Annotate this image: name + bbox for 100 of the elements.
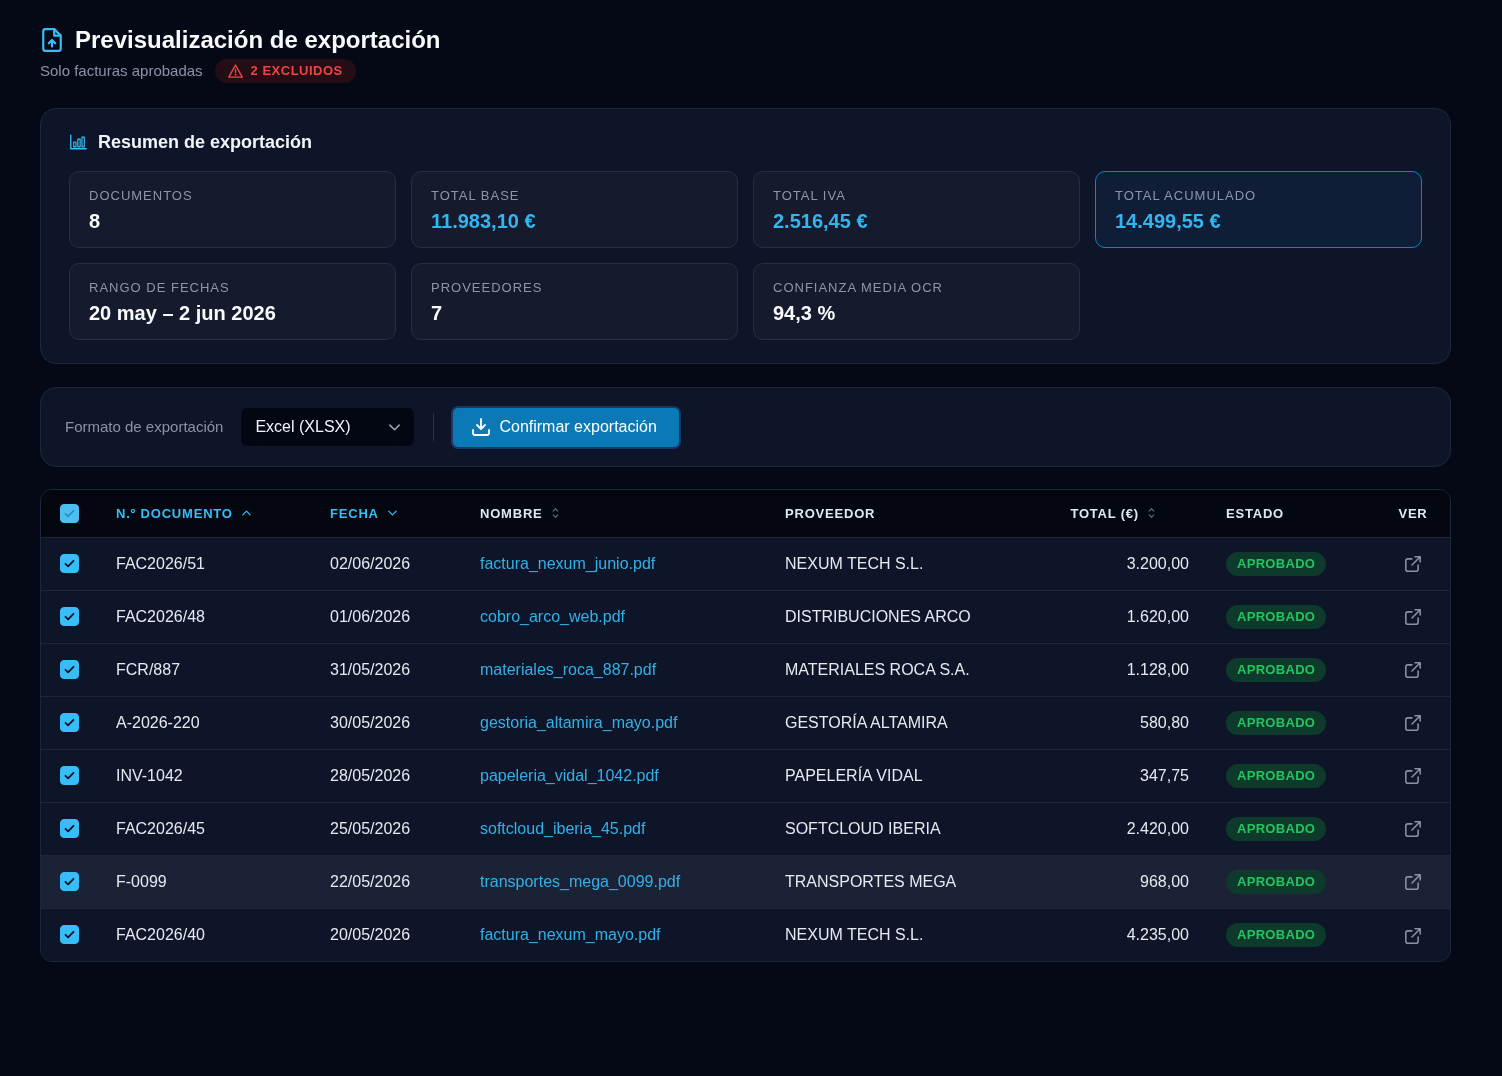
column-header[interactable]: NOMBRE — [480, 490, 785, 537]
file-link[interactable]: factura_nexum_junio.pdf — [480, 554, 656, 572]
field-label: Formato de exportación — [65, 416, 224, 437]
sort-icon — [551, 508, 559, 519]
external-link-icon[interactable] — [1405, 609, 1421, 626]
table-cell: PAPELERÍA VIDAL — [785, 749, 1060, 802]
status-badge: APROBADO — [1226, 711, 1327, 735]
table-cell: FAC2026/40 — [116, 908, 330, 961]
column-header[interactable]: FECHA — [330, 490, 480, 537]
file-link[interactable]: gestoria_altamira_mayo.pdf — [480, 713, 678, 731]
file-upload-icon — [42, 28, 62, 52]
table-cell: FAC2026/51 — [116, 537, 330, 590]
row-checkbox[interactable] — [60, 607, 79, 626]
select-all-checkbox[interactable] — [60, 503, 79, 523]
table-cell: 3.200,00 — [1060, 537, 1226, 590]
external-link-icon[interactable] — [1405, 715, 1421, 732]
table-cell: 347,75 — [1060, 749, 1226, 802]
table-cell: 2.420,00 — [1060, 802, 1226, 855]
table-cell: FAC2026/48 — [116, 590, 330, 643]
table-cell: 4.235,00 — [1060, 908, 1226, 961]
table-cell: 02/06/2026 — [330, 537, 480, 590]
file-link[interactable]: factura_nexum_mayo.pdf — [480, 925, 661, 943]
table-cell: NEXUM TECH S.L. — [785, 537, 1060, 590]
file-link[interactable]: materiales_roca_887.pdf — [480, 660, 657, 678]
page-subtitle: Solo facturas aprobadas — [40, 60, 203, 81]
stat-label: TOTAL ACUMULADO — [1115, 187, 1258, 205]
table-cell: FCR/887 — [116, 643, 330, 696]
table-cell: 20/05/2026 — [330, 908, 480, 961]
file-link[interactable]: cobro_arco_web.pdf — [480, 607, 625, 625]
sort-icon — [1148, 508, 1155, 519]
table-cell: 580,80 — [1060, 696, 1226, 749]
status-badge: APROBADO — [1226, 923, 1327, 948]
column-header: VER — [1380, 490, 1450, 537]
row-checkbox[interactable] — [60, 660, 79, 679]
stat-label: TOTAL BASE — [431, 187, 521, 205]
table-cell: 968,00 — [1060, 855, 1226, 908]
status-badge: APROBADO — [1226, 552, 1327, 576]
table-cell: 22/05/2026 — [330, 855, 480, 908]
column-header[interactable]: N.º DOCUMENTO — [116, 490, 330, 537]
table-cell: TRANSPORTES MEGA — [785, 855, 1060, 908]
table-cell: 30/05/2026 — [330, 696, 480, 749]
file-link[interactable]: transportes_mega_0099.pdf — [480, 872, 681, 890]
stat-label: DOCUMENTOS — [89, 187, 194, 205]
stat-value: 14.499,55 € — [1115, 209, 1222, 234]
column-header[interactable]: TOTAL (€) — [1060, 490, 1226, 537]
external-link-icon[interactable] — [1405, 927, 1421, 944]
status-badge: APROBADO — [1226, 658, 1327, 682]
download-icon — [472, 418, 491, 436]
stat-label: TOTAL IVA — [773, 187, 847, 205]
external-link-icon[interactable] — [1405, 874, 1421, 891]
stat-value: 11.983,10 € — [431, 209, 537, 234]
file-link[interactable]: softcloud_iberia_45.pdf — [480, 819, 646, 837]
table-cell: 28/05/2026 — [330, 749, 480, 802]
confirm-export-button[interactable]: Confirmar exportación — [451, 405, 682, 449]
warning-icon — [227, 64, 243, 78]
table-cell: 1.620,00 — [1060, 590, 1226, 643]
row-checkbox[interactable] — [60, 554, 79, 573]
table-cell: GESTORÍA ALTAMIRA — [785, 696, 1060, 749]
status-badge: APROBADO — [1226, 605, 1327, 629]
row-checkbox[interactable] — [60, 766, 79, 785]
table-cell: F-0099 — [116, 855, 330, 908]
row-checkbox[interactable] — [60, 819, 79, 838]
table-cell: FAC2026/45 — [116, 802, 330, 855]
row-checkbox[interactable] — [60, 713, 79, 732]
table-cell: 1.128,00 — [1060, 643, 1226, 696]
bar-chart-icon — [70, 134, 87, 150]
table-cell: 25/05/2026 — [330, 802, 480, 855]
stat-label: PROVEEDORES — [431, 279, 544, 297]
table-cell: NEXUM TECH S.L. — [785, 908, 1060, 961]
chevron-down-icon — [387, 510, 397, 517]
table-cell: INV-1042 — [116, 749, 330, 802]
column-header: ESTADO — [1226, 490, 1380, 537]
external-link-icon[interactable] — [1405, 768, 1421, 785]
table-cell: A-2026-220 — [116, 696, 330, 749]
status-badge: APROBADO — [1226, 870, 1327, 894]
chevron-down-icon — [389, 423, 401, 431]
status-badge: APROBADO — [1226, 817, 1327, 841]
external-link-icon[interactable] — [1405, 821, 1421, 838]
external-link-icon[interactable] — [1405, 662, 1421, 679]
table-cell: 31/05/2026 — [330, 643, 480, 696]
stat-value: 20 may – 2 jun 2026 — [89, 301, 277, 326]
panel-title: Resumen de exportación — [98, 131, 313, 154]
stat-value: 7 — [431, 301, 444, 326]
table-cell: MATERIALES ROCA S.A. — [785, 643, 1060, 696]
stat-label: RANGO DE FECHAS — [89, 279, 231, 297]
stat-value: 94,3 % — [773, 301, 837, 326]
table-cell: 01/06/2026 — [330, 590, 480, 643]
page-title: Previsualización de exportación — [75, 25, 441, 55]
status-badge: APROBADO — [1226, 764, 1327, 788]
row-checkbox[interactable] — [60, 872, 79, 891]
column-header: PROVEEDOR — [785, 490, 1060, 537]
external-link-icon[interactable] — [1405, 556, 1421, 573]
table-cell: SOFTCLOUD IBERIA — [785, 802, 1060, 855]
row-checkbox[interactable] — [60, 925, 79, 945]
stat-value: 8 — [89, 209, 102, 234]
chevron-up-icon — [241, 510, 251, 517]
file-link[interactable]: papeleria_vidal_1042.pdf — [480, 766, 659, 784]
stat-value: 2.516,45 € — [773, 209, 869, 234]
stat-label: CONFIANZA MEDIA OCR — [773, 279, 944, 297]
format-select[interactable]: Excel (XLSX) — [241, 408, 415, 446]
